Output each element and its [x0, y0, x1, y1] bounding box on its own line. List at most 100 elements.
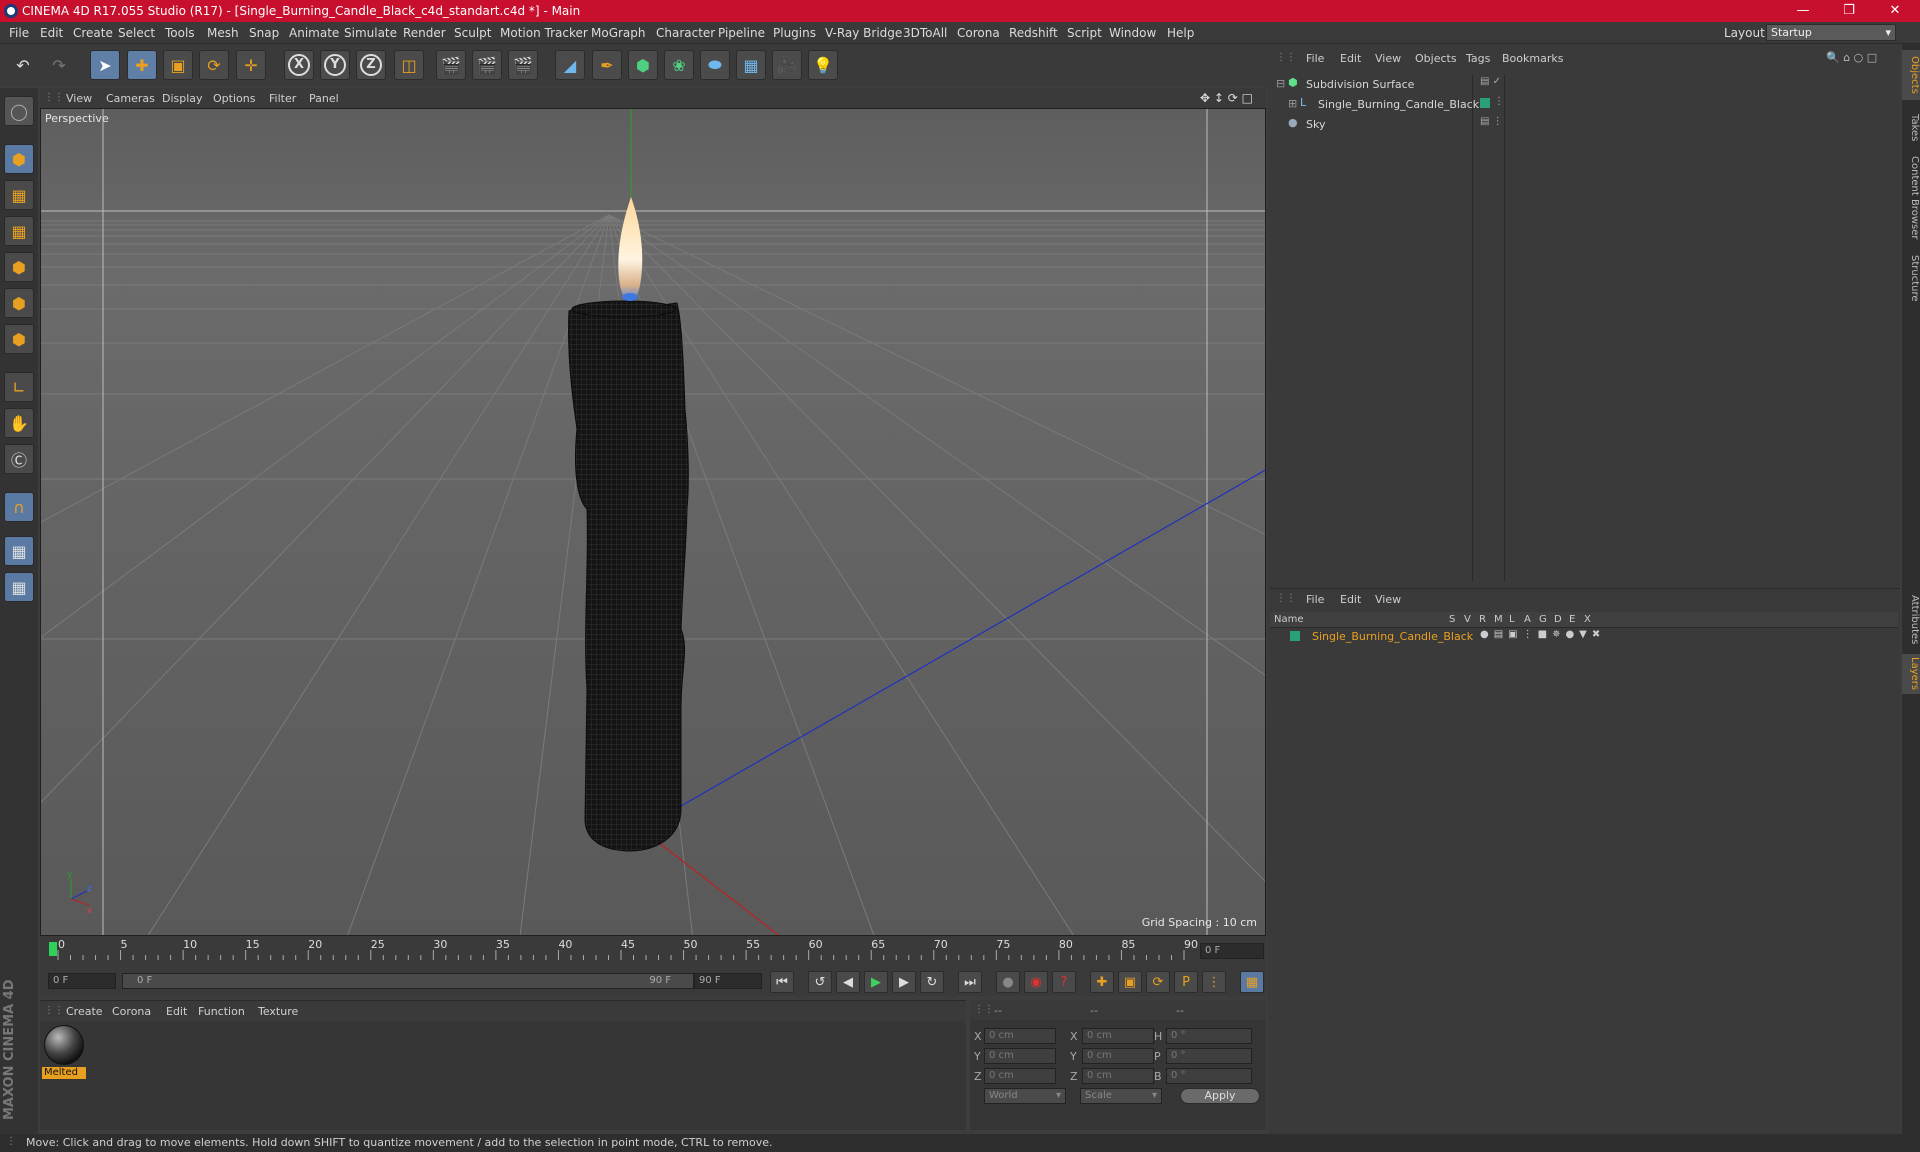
lm-menu-edit[interactable]: Edit: [1340, 593, 1361, 606]
drag-handle-icon[interactable]: ⋮⋮: [44, 92, 64, 103]
key-scale-icon[interactable]: ▣: [1118, 971, 1142, 993]
viewport-menu-display[interactable]: Display: [162, 92, 203, 105]
coord-value-field[interactable]: 0 °: [1166, 1068, 1252, 1084]
frame-range-slider[interactable]: 0 F 90 F: [122, 973, 694, 989]
coordinate-system-icon[interactable]: ◫: [394, 50, 424, 80]
render-settings-icon[interactable]: 🎬: [508, 50, 538, 80]
render-view-icon[interactable]: 🎬: [436, 50, 466, 80]
layer-column-header[interactable]: Name: [1274, 614, 1304, 625]
om-menu-edit[interactable]: Edit: [1340, 52, 1361, 65]
move-tool-icon[interactable]: ✚: [127, 50, 157, 80]
viewport-menu-view[interactable]: View: [66, 92, 92, 105]
playhead-marker[interactable]: [49, 942, 57, 956]
mograph-cloner-icon[interactable]: ❀: [664, 50, 694, 80]
go-to-start-icon[interactable]: ⏮: [770, 971, 794, 993]
layer-column-header[interactable]: S: [1449, 614, 1455, 625]
coord-value-field[interactable]: 0 cm: [1082, 1028, 1154, 1044]
object-row-sky[interactable]: ● Sky ▤ ⋮: [1272, 115, 1772, 133]
deformer-icon[interactable]: ⬬: [700, 50, 730, 80]
om-menu-view[interactable]: View: [1375, 52, 1401, 65]
coord-value-field[interactable]: 0 cm: [984, 1028, 1056, 1044]
visibility-dots-icon[interactable]: ▤ ⋮: [1480, 116, 1503, 127]
coord-value-field[interactable]: 0 cm: [984, 1068, 1056, 1084]
object-row-subdivision-surface[interactable]: ⊟ ⬢ Subdivision Surface ▤ ✓: [1272, 75, 1772, 93]
drag-handle-icon[interactable]: ⋮⋮: [1276, 593, 1296, 604]
start-frame-field[interactable]: 0 F: [48, 973, 116, 989]
layer-row[interactable]: Single_Burning_Candle_Black ●▤▣⋮■✵●▼✖: [1270, 628, 1898, 646]
y-axis-lock-icon[interactable]: Y: [320, 50, 350, 80]
material-menu-function[interactable]: Function: [198, 1005, 245, 1018]
apply-button[interactable]: Apply: [1180, 1088, 1260, 1104]
layer-toggle-icons[interactable]: ●▤▣⋮■✵●▼✖: [1480, 629, 1605, 640]
keyframe-help-icon[interactable]: ?: [1052, 971, 1076, 993]
menu-snap[interactable]: Snap: [249, 26, 279, 40]
material-menu-texture[interactable]: Texture: [258, 1005, 298, 1018]
axis-mode-icon[interactable]: ∟: [4, 372, 34, 402]
drag-handle-icon[interactable]: ⋮⋮: [1276, 52, 1296, 63]
layer-column-header[interactable]: L: [1509, 614, 1515, 625]
viewport-menu-panel[interactable]: Panel: [309, 92, 339, 105]
timeline-window-icon[interactable]: ▦: [1240, 971, 1264, 993]
menu-create[interactable]: Create: [73, 26, 113, 40]
spline-pen-icon[interactable]: ✒: [592, 50, 622, 80]
perspective-viewport[interactable]: y z x Perspective Grid Spacing : 10 cm: [40, 108, 1266, 936]
layer-color-swatch[interactable]: [1290, 631, 1300, 641]
layer-color-swatch[interactable]: [1480, 98, 1490, 108]
tweak-mode-icon[interactable]: ✋: [4, 408, 34, 438]
workplane-icon[interactable]: ▦: [4, 216, 34, 246]
menu-pipeline[interactable]: Pipeline: [718, 26, 765, 40]
menu-tools[interactable]: Tools: [165, 26, 195, 40]
cube-primitive-icon[interactable]: ◢: [555, 50, 585, 80]
play-icon[interactable]: ▶: [864, 971, 888, 993]
make-editable-icon[interactable]: ◯: [4, 96, 34, 126]
menu-window[interactable]: Window: [1109, 26, 1156, 40]
menu-animate[interactable]: Animate: [289, 26, 339, 40]
z-axis-lock-icon[interactable]: Z: [356, 50, 386, 80]
lock-workplane-icon[interactable]: ▦: [4, 536, 34, 566]
go-to-end-icon[interactable]: ⏭: [958, 971, 982, 993]
drag-handle-icon[interactable]: ⋮⋮: [44, 1005, 64, 1016]
collapse-icon[interactable]: ⊟: [1276, 77, 1285, 90]
x-axis-lock-icon[interactable]: X: [284, 50, 314, 80]
menu-mograph[interactable]: MoGraph: [591, 26, 646, 40]
snapping-icon[interactable]: Ⓒ: [4, 444, 34, 474]
polygons-mode-icon[interactable]: ⬢: [4, 324, 34, 354]
render-picture-viewer-icon[interactable]: 🎬: [472, 50, 502, 80]
coord-scale-dropdown[interactable]: Scale ▾: [1080, 1088, 1162, 1104]
lm-menu-file[interactable]: File: [1306, 593, 1324, 606]
timeline-ruler[interactable]: 0 5 10 15 20 25 30 35 40 45 50 55 60 65 70 75 80 85 90 0 F: [40, 936, 1266, 966]
viewport-menu-options[interactable]: Options: [213, 92, 255, 105]
viewport-menu-filter[interactable]: Filter: [269, 92, 296, 105]
floor-environment-icon[interactable]: ▦: [736, 50, 766, 80]
layer-column-header[interactable]: M: [1494, 614, 1503, 625]
menu-render[interactable]: Render: [403, 26, 446, 40]
menu-character[interactable]: Character: [656, 26, 715, 40]
next-key-icon[interactable]: ↻: [920, 971, 944, 993]
restore-icon[interactable]: ❐: [1826, 0, 1872, 22]
coord-value-field[interactable]: 0 °: [1166, 1048, 1252, 1064]
points-mode-icon[interactable]: ⬢: [4, 252, 34, 282]
visibility-dots-icon[interactable]: ▤ ✓: [1480, 76, 1501, 87]
previous-frame-icon[interactable]: ◀: [836, 971, 860, 993]
model-mode-icon[interactable]: ⬢: [4, 144, 34, 174]
coord-value-field[interactable]: 0 cm: [1082, 1068, 1154, 1084]
camera-icon[interactable]: 🎥: [772, 50, 802, 80]
tab-attributes[interactable]: Attributes: [1902, 590, 1920, 650]
material-menu-corona[interactable]: Corona: [112, 1005, 151, 1018]
material-menu-create[interactable]: Create: [66, 1005, 103, 1018]
close-icon[interactable]: ✕: [1872, 0, 1918, 22]
current-frame-field[interactable]: 0 F: [1200, 943, 1264, 959]
planar-workplane-icon[interactable]: ▦: [4, 572, 34, 602]
magnet-icon[interactable]: ∩: [4, 492, 34, 522]
layer-column-header[interactable]: E: [1569, 614, 1575, 625]
layer-column-header[interactable]: G: [1539, 614, 1547, 625]
layout-dropdown[interactable]: Startup ▾: [1766, 24, 1896, 41]
menu-mesh[interactable]: Mesh: [207, 26, 239, 40]
menu-simulate[interactable]: Simulate: [344, 26, 397, 40]
tab-takes[interactable]: Takes: [1902, 108, 1920, 148]
candle-object[interactable]: [567, 300, 689, 852]
layer-column-header[interactable]: R: [1479, 614, 1486, 625]
subdivision-surface-icon[interactable]: ⬢: [628, 50, 658, 80]
tab-layers[interactable]: Layers: [1902, 654, 1920, 694]
tab-content-browser[interactable]: Content Browser: [1902, 150, 1920, 246]
